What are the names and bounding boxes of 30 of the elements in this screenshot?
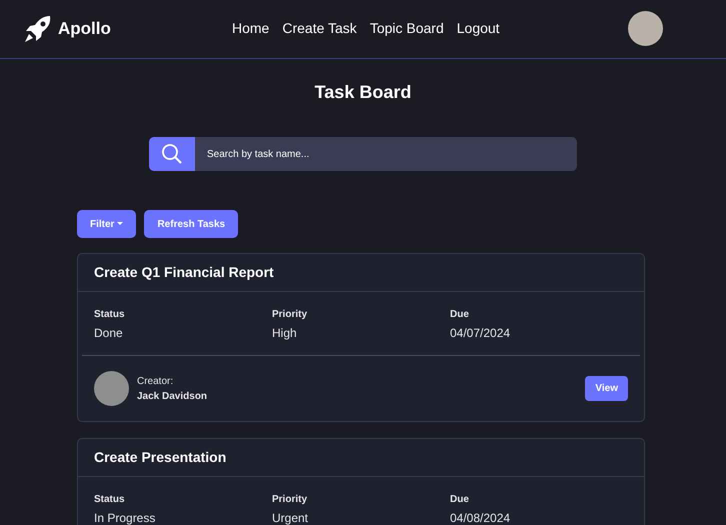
page-title: Task Board — [314, 81, 412, 104]
nav-link[interactable]: Create Task — [282, 18, 357, 39]
avatar-placeholder[interactable] — [628, 11, 663, 46]
field-label: Priority — [272, 493, 308, 507]
creator-label: Creator: — [137, 374, 174, 388]
field-label: Due — [450, 493, 470, 507]
caret-icon — [117, 222, 124, 226]
field-value: Done — [94, 325, 124, 342]
field-value: Urgent — [272, 510, 310, 525]
task-title: Create Q1 Financial Report — [94, 263, 274, 282]
field-label: Status — [94, 308, 126, 322]
field-label: Priority — [272, 308, 308, 322]
filter-button[interactable]: Filter — [77, 210, 136, 238]
avatar-placeholder — [94, 371, 129, 406]
field-label: Status — [94, 493, 126, 507]
field-value: 04/07/2024 — [450, 325, 512, 342]
nav-link[interactable]: Home — [232, 18, 270, 39]
nav-link[interactable]: Logout — [456, 18, 500, 39]
field-value: In Progress — [94, 510, 156, 525]
nav-link[interactable]: Topic Board — [370, 18, 444, 39]
brand-name[interactable]: Apollo — [58, 16, 111, 42]
creator-name: Jack Davidson — [137, 390, 208, 404]
field-value: High — [272, 325, 298, 342]
field-label: Due — [450, 308, 470, 322]
task-title: Create Presentation — [94, 448, 226, 467]
refresh-button[interactable]: Refresh Tasks — [144, 210, 238, 238]
search-icon[interactable] — [149, 137, 195, 171]
field-value: 04/08/2024 — [450, 510, 512, 525]
search-field[interactable]: Search by task name... — [195, 137, 577, 171]
view-button[interactable]: View — [585, 376, 628, 401]
